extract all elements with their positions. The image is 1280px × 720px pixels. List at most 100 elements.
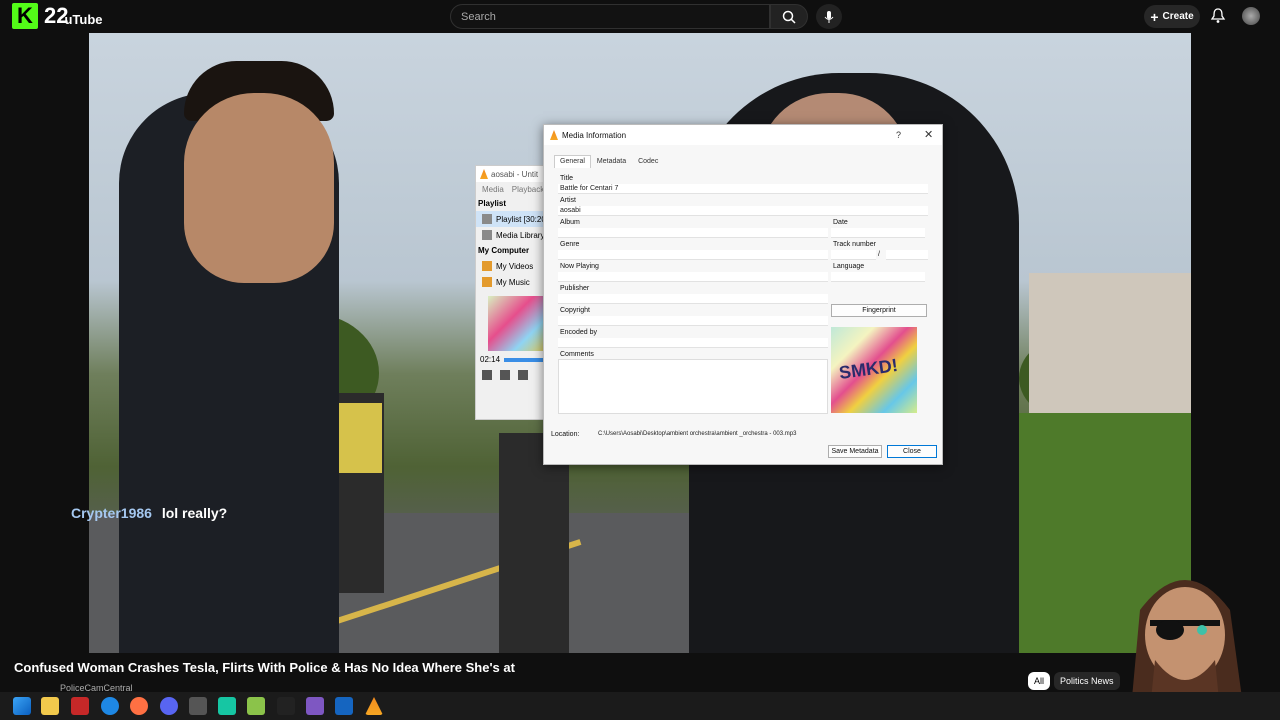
album-field[interactable]	[558, 228, 828, 238]
dialog-titlebar[interactable]: Media Information	[544, 125, 942, 145]
now-playing-label: Now Playing	[560, 263, 599, 270]
discord-icon[interactable]	[160, 697, 178, 715]
app-icon[interactable]	[71, 697, 89, 715]
track-number-field[interactable]	[831, 250, 876, 260]
genre-label: Genre	[560, 241, 580, 248]
location-field[interactable]: C:\Users\Aosabi\Desktop\ambient orchestr…	[596, 429, 936, 439]
notepad-icon[interactable]	[247, 697, 265, 715]
playlist-section: Playlist	[478, 199, 507, 208]
app-icon[interactable]	[277, 697, 295, 715]
file-explorer-icon[interactable]	[41, 697, 59, 715]
playlist-item-label: Playlist [30:20	[496, 214, 546, 224]
youtube-wordmark: uTube	[64, 11, 103, 27]
media-library-item[interactable]: Media Library	[476, 227, 549, 243]
date-label: Date	[833, 219, 848, 226]
plus-icon: +	[1150, 8, 1159, 25]
language-label: Language	[833, 263, 865, 270]
track-number-label: Track number	[833, 241, 876, 248]
previous-icon[interactable]	[500, 370, 510, 380]
windows-start-icon[interactable]	[13, 697, 31, 715]
vlc-title: aosabi - Untit	[491, 169, 539, 179]
create-label: Create	[1162, 11, 1194, 22]
close-button[interactable]: Close	[887, 445, 937, 458]
close-icon[interactable]: ✕	[924, 128, 933, 141]
location-label: Location:	[551, 431, 580, 438]
firefox-icon[interactable]	[130, 697, 148, 715]
vlc-cone-icon	[480, 169, 488, 179]
dialog-tabs: General Metadata Codec	[554, 155, 664, 168]
title-field[interactable]: Battle for Centari 7	[558, 184, 928, 194]
voice-search-button[interactable]	[816, 4, 842, 29]
help-icon[interactable]: ?	[896, 130, 901, 140]
date-field[interactable]	[831, 228, 925, 238]
my-videos-label: My Videos	[496, 261, 534, 271]
tab-general[interactable]: General	[554, 155, 591, 168]
chip-politics-news[interactable]: Politics News	[1054, 672, 1120, 690]
comments-field[interactable]	[558, 359, 828, 414]
dialog-title: Media Information	[562, 130, 627, 140]
chip-all[interactable]: All	[1028, 672, 1051, 690]
media-information-dialog[interactable]: Media Information ? ✕ General Metadata C…	[543, 124, 943, 465]
my-music-item[interactable]: My Music	[476, 274, 549, 290]
library-icon	[482, 230, 492, 240]
seek-bar[interactable]	[504, 357, 545, 362]
kick-logo-icon: K	[12, 3, 38, 29]
menu-playback[interactable]: Playback	[512, 185, 544, 194]
video-title[interactable]: Confused Woman Crashes Tesla, Flirts Wit…	[14, 660, 515, 675]
language-field[interactable]	[831, 272, 925, 282]
app-icon[interactable]	[218, 697, 236, 715]
chat-username: Crypter1986	[71, 505, 152, 521]
microphone-icon	[824, 10, 834, 23]
time-row: 02:14	[476, 355, 549, 364]
music-icon	[482, 277, 492, 287]
encoded-by-label: Encoded by	[560, 329, 597, 336]
artist-field[interactable]: aosabi	[558, 206, 928, 216]
media-library-label: Media Library	[496, 230, 545, 240]
save-metadata-button[interactable]: Save Metadata	[828, 445, 882, 458]
fingerprint-button[interactable]: Fingerprint	[831, 304, 927, 317]
vlc-menubar: Media Playback	[476, 182, 549, 196]
bell-icon[interactable]	[1210, 8, 1226, 24]
artist-label: Artist	[560, 197, 576, 204]
genre-field[interactable]	[558, 250, 828, 260]
album-thumbnail	[488, 296, 548, 351]
stop-icon[interactable]	[518, 370, 528, 380]
chat-message: Crypter1986 lol really?	[71, 505, 227, 521]
vlc-window[interactable]: aosabi - Untit Media Playback Playlist P…	[475, 165, 550, 420]
menu-media[interactable]: Media	[482, 185, 504, 194]
now-playing-field[interactable]	[558, 272, 828, 282]
steam-icon[interactable]	[335, 697, 353, 715]
my-videos-item[interactable]: My Videos	[476, 258, 549, 274]
publisher-field[interactable]	[558, 294, 828, 304]
search-button[interactable]	[770, 4, 808, 29]
cover-art-graffiti: SMKD!	[837, 354, 900, 384]
app-icon[interactable]	[189, 697, 207, 715]
chat-text: lol really?	[161, 505, 228, 521]
tab-metadata[interactable]: Metadata	[591, 155, 632, 168]
album-label: Album	[560, 219, 580, 226]
playlist-icon	[482, 214, 492, 224]
telegram-icon[interactable]	[101, 697, 119, 715]
vlc-cone-icon	[550, 130, 558, 140]
vlc-titlebar[interactable]: aosabi - Untit	[476, 166, 549, 182]
my-music-label: My Music	[496, 277, 530, 287]
copyright-label: Copyright	[560, 307, 590, 314]
player-controls	[476, 370, 549, 380]
copyright-field[interactable]	[558, 316, 828, 326]
cover-art: SMKD!	[831, 327, 917, 413]
videos-icon	[482, 261, 492, 271]
avatar[interactable]	[1242, 7, 1260, 25]
pause-icon[interactable]	[482, 370, 492, 380]
encoded-by-field[interactable]	[558, 338, 828, 348]
track-total-field[interactable]	[886, 250, 928, 260]
playlist-item[interactable]: Playlist [30:20	[476, 211, 549, 227]
app-icon[interactable]	[306, 697, 324, 715]
firefighter	[499, 433, 569, 653]
track-separator: /	[878, 251, 880, 258]
top-bar: K 22 uTube Search + Create	[0, 0, 1280, 33]
search-input[interactable]: Search	[450, 4, 770, 29]
logo[interactable]: K 22 uTube	[12, 3, 103, 29]
tab-codec[interactable]: Codec	[632, 155, 664, 168]
create-button[interactable]: + Create	[1144, 5, 1200, 28]
my-computer-section: My Computer	[478, 246, 530, 255]
